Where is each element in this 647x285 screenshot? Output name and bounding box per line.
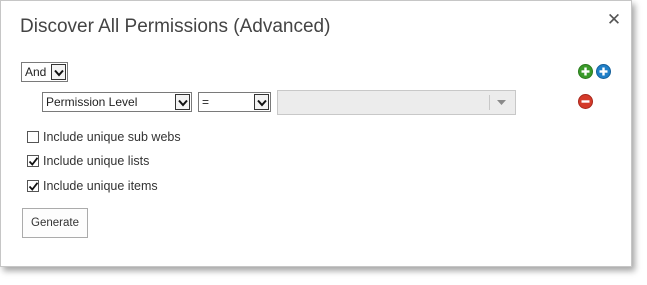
operator-select[interactable]: =: [198, 92, 271, 112]
value-combobox[interactable]: [277, 90, 516, 115]
checkbox[interactable]: [27, 131, 39, 143]
combo-divider: [489, 95, 490, 110]
discover-permissions-dialog: Discover All Permissions (Advanced) ✕ An…: [0, 0, 632, 267]
option-label: Include unique sub webs: [43, 130, 181, 144]
operator-select-value: =: [202, 95, 210, 109]
logic-operator-select[interactable]: And: [21, 62, 68, 82]
chevron-down-icon: [254, 94, 269, 110]
field-select-value: Permission Level: [46, 95, 138, 109]
close-icon[interactable]: ✕: [605, 11, 623, 29]
chevron-down-icon: [51, 64, 66, 80]
checkbox[interactable]: [27, 180, 39, 192]
logic-operator-value: And: [25, 65, 47, 79]
add-group-icon[interactable]: [578, 64, 593, 79]
generate-button[interactable]: Generate: [22, 208, 88, 238]
checkmark-icon: [28, 182, 39, 191]
checkmark-icon: [28, 157, 39, 166]
add-condition-icon[interactable]: [596, 64, 611, 79]
option-label: Include unique lists: [43, 154, 150, 168]
remove-condition-icon[interactable]: [578, 94, 593, 109]
caret-down-icon: [497, 100, 506, 105]
field-select[interactable]: Permission Level: [42, 92, 192, 112]
dialog-title: Discover All Permissions (Advanced): [20, 16, 331, 37]
option-label: Include unique items: [43, 179, 158, 193]
chevron-down-icon: [175, 94, 190, 110]
checkbox[interactable]: [27, 155, 39, 167]
